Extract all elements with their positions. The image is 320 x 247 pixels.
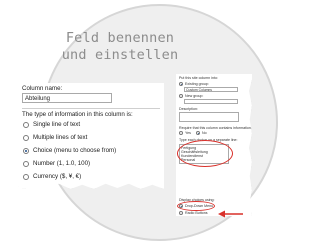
title-line-1: Feld benennen [65, 30, 175, 46]
title-line-2: und einstellen [61, 47, 179, 63]
radio-selected-icon[interactable] [196, 131, 200, 135]
new-group-option[interactable]: New group: [179, 94, 203, 98]
choices-highlight-circle [177, 140, 233, 167]
new-group-label: New group: [185, 94, 204, 98]
group-header: Put this site column into: [179, 76, 218, 80]
type-option-label: Single line of text [33, 121, 81, 128]
radio-selected-icon[interactable] [179, 82, 183, 86]
type-option-choice[interactable]: Choice (menu to choose from) [23, 147, 116, 154]
column-name-input[interactable]: Abteilung [22, 93, 112, 103]
radio-icon[interactable] [23, 134, 29, 141]
existing-group-option[interactable]: Existing group: [179, 82, 209, 86]
radio-icon[interactable] [179, 211, 183, 215]
description-textarea[interactable] [179, 112, 239, 122]
display-option-label: Radio Buttons [185, 211, 208, 215]
type-option-label: Choice (menu to choose from) [33, 147, 117, 154]
radio-icon[interactable] [23, 160, 29, 167]
type-option-label: Currency ($, ¥, €) [33, 173, 82, 180]
radio-icon[interactable] [179, 94, 183, 98]
require-label: Require that this column contains inform… [179, 126, 252, 130]
type-option-label: Number (1, 1.0, 100) [33, 160, 91, 167]
require-yes-label: Yes [185, 131, 191, 135]
require-no-label: No [202, 131, 207, 135]
existing-group-label: Existing group: [185, 82, 209, 86]
type-option-single-line[interactable]: Single line of text [23, 121, 80, 128]
new-group-input[interactable] [184, 99, 238, 104]
radio-icon[interactable] [179, 131, 183, 135]
display-radio-option[interactable]: Radio Buttons [179, 211, 208, 215]
column-name-label: Column name: [22, 85, 63, 92]
radio-icon[interactable] [23, 173, 29, 180]
type-label: The type of information in this column i… [22, 111, 133, 118]
require-no-option[interactable]: No [196, 131, 207, 135]
column-settings-panel: Column name: Abteilung The type of infor… [18, 83, 164, 189]
type-option-currency[interactable]: Currency ($, ¥, €) [23, 173, 81, 180]
page-title: Feld benennen und einstellen [55, 30, 185, 64]
red-arrow-icon [218, 210, 243, 218]
additional-settings-panel: Put this site column into: Existing grou… [176, 74, 252, 216]
divider [22, 108, 160, 109]
dropdown-highlight-circle [177, 201, 215, 211]
description-label: Description: [179, 107, 198, 111]
radio-selected-icon[interactable] [23, 147, 29, 154]
radio-icon[interactable] [23, 121, 29, 128]
type-option-number[interactable]: Number (1, 1.0, 100) [23, 160, 90, 167]
existing-group-select[interactable]: Custom Columns [184, 87, 238, 92]
type-option-label: Multiple lines of text [33, 134, 88, 141]
require-yes-option[interactable]: Yes [179, 131, 191, 135]
type-option-multiple-lines[interactable]: Multiple lines of text [23, 134, 87, 141]
